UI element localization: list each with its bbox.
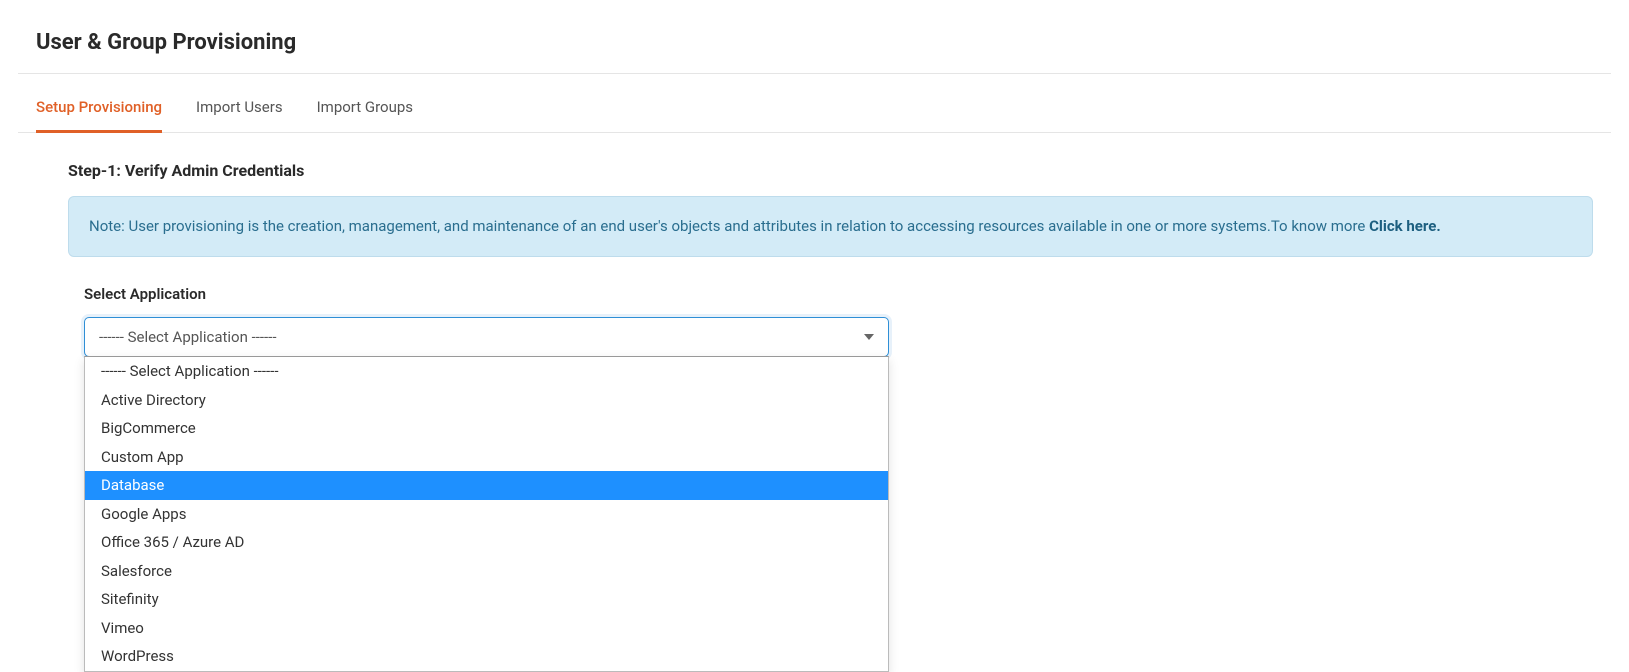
option-active-directory[interactable]: Active Directory [85, 386, 888, 415]
select-application-dropdown: ------ Select Application ------ Active … [84, 356, 889, 672]
option-sitefinity[interactable]: Sitefinity [85, 585, 888, 614]
select-value: ------ Select Application ------ [99, 328, 276, 346]
option-placeholder[interactable]: ------ Select Application ------ [85, 357, 888, 386]
option-wordpress[interactable]: WordPress [85, 642, 888, 671]
option-office365[interactable]: Office 365 / Azure AD [85, 528, 888, 557]
option-bigcommerce[interactable]: BigCommerce [85, 414, 888, 443]
option-database[interactable]: Database [85, 471, 888, 500]
note-link[interactable]: Click here. [1369, 217, 1441, 235]
chevron-down-icon [864, 334, 874, 340]
tab-setup-provisioning[interactable]: Setup Provisioning [36, 98, 162, 133]
step-title: Step-1: Verify Admin Credentials [68, 161, 1593, 180]
option-google-apps[interactable]: Google Apps [85, 500, 888, 529]
field-label: Select Application [84, 285, 1593, 303]
select-application[interactable]: ------ Select Application ------ [84, 317, 889, 357]
content-area: Step-1: Verify Admin Credentials Note: U… [18, 133, 1611, 357]
page-title: User & Group Provisioning [18, 20, 1611, 74]
option-custom-app[interactable]: Custom App [85, 443, 888, 472]
tab-import-groups[interactable]: Import Groups [317, 98, 413, 133]
note-text: Note: User provisioning is the creation,… [89, 217, 1369, 235]
tab-import-users[interactable]: Import Users [196, 98, 283, 133]
tabs-bar: Setup Provisioning Import Users Import G… [18, 80, 1611, 133]
page-root: User & Group Provisioning Setup Provisio… [0, 0, 1629, 397]
option-salesforce[interactable]: Salesforce [85, 557, 888, 586]
select-application-wrap: ------ Select Application ------ ------ … [84, 317, 889, 357]
option-vimeo[interactable]: Vimeo [85, 614, 888, 643]
form-area: Select Application ------ Select Applica… [68, 285, 1593, 357]
info-note: Note: User provisioning is the creation,… [68, 196, 1593, 257]
